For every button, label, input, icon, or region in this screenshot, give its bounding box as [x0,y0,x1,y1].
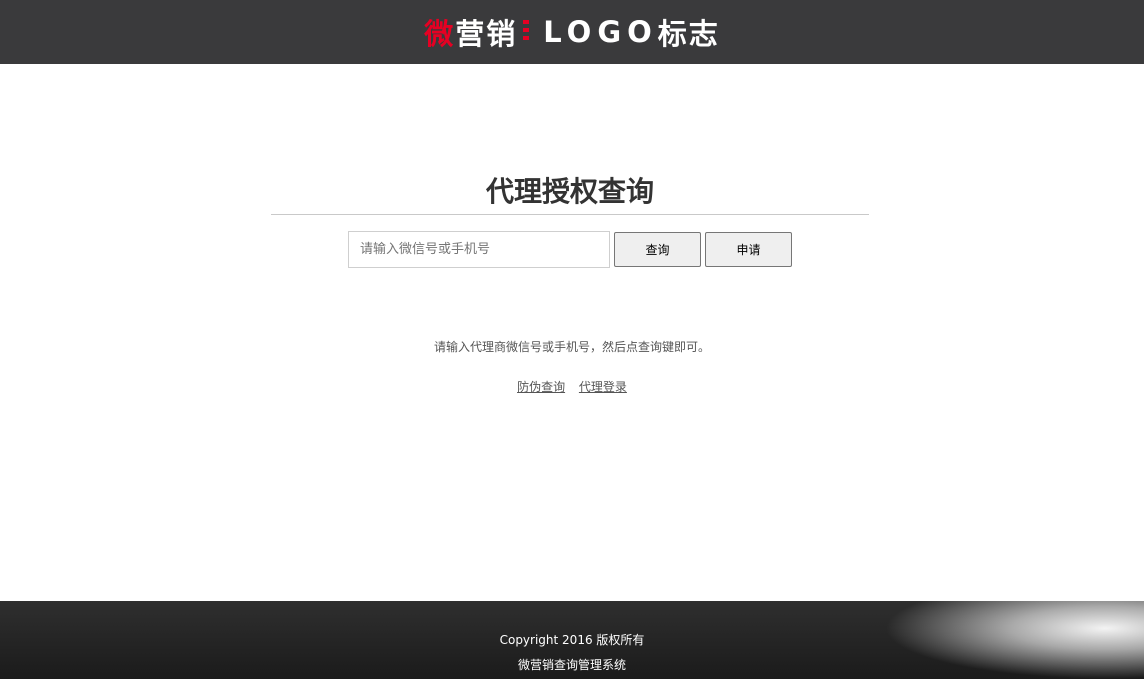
search-input[interactable] [348,231,610,268]
header-bar: 微 营销 LOGO 标志 [0,0,1144,64]
logo-wei-char: 微 [424,17,456,51]
anti-fake-query-link[interactable]: 防伪查询 [517,380,565,394]
site-logo[interactable]: 微 营销 LOGO 标志 [0,0,1144,64]
links-row: 防伪查询 代理登录 [0,378,1144,395]
footer: Copyright 2016 版权所有 微营销查询管理系统 [0,601,1144,679]
hint-text: 请输入代理商微信号或手机号，然后点查询键即可。 [433,340,710,354]
title-divider [271,214,869,215]
copyright-text: Copyright 2016 版权所有 [499,633,645,647]
logo-biaozhi-text: 标志 [657,17,720,51]
logo-latin-text: LOGO [543,15,658,49]
query-button[interactable]: 查询 [614,232,701,267]
logo-separator-icon [523,20,530,44]
apply-button[interactable]: 申请 [705,232,792,267]
system-name-text: 微营销查询管理系统 [517,658,626,672]
agent-login-link[interactable]: 代理登录 [579,380,627,394]
logo-yingxiao-text: 营销 [455,17,518,51]
page-title: 代理授权查询 [485,175,654,208]
